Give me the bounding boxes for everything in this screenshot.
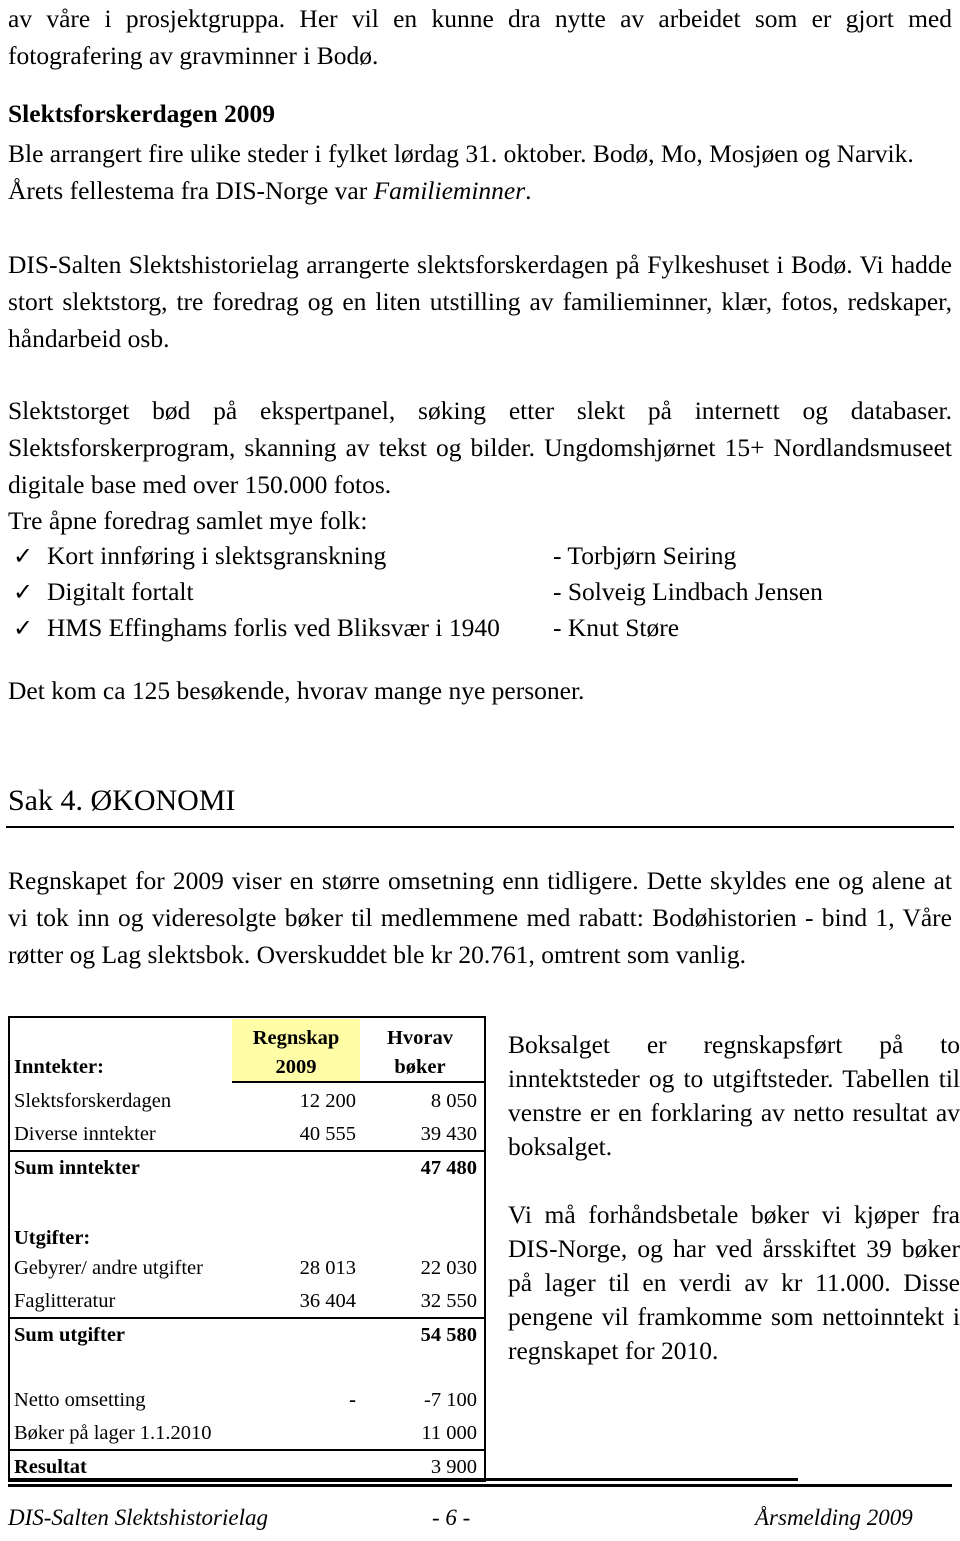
lecture-list: ✓ Kort innføring i slektsgranskning - To… bbox=[13, 538, 943, 646]
paragraph-1-text-post: . bbox=[525, 176, 532, 205]
row-label-sum-utgifter: Sum utgifter bbox=[14, 1324, 126, 1346]
sum-inntekter-divider bbox=[10, 1150, 486, 1152]
okonomi-paragraph: Regnskapet for 2009 viser en større omse… bbox=[8, 866, 952, 969]
list-item: ✓ Kort innføring i slektsgranskning - To… bbox=[13, 538, 943, 574]
table-row-label: Bøker på lager 1.1.2010 bbox=[14, 1422, 212, 1444]
table-cell-boker: 22 030 bbox=[420, 1257, 477, 1279]
table-row-label: Faglitteratur bbox=[14, 1290, 116, 1312]
lecture-title: Digitalt fortalt bbox=[47, 577, 194, 606]
table-cell-regnskap: 28 013 bbox=[299, 1257, 356, 1279]
column-header-regnskap-line2: 2009 bbox=[275, 1056, 317, 1078]
paragraph-1-italic-theme: Familieminner bbox=[373, 176, 526, 205]
lecture-intro: Tre åpne foredrag samlet mye folk: bbox=[8, 506, 368, 535]
checkmark-icon: ✓ bbox=[13, 542, 34, 570]
footer-left: DIS-Salten Slektshistorielag bbox=[8, 1505, 268, 1530]
table-cell-regnskap: 40 555 bbox=[299, 1123, 356, 1145]
lecture-speaker: - Knut Støre bbox=[553, 613, 680, 642]
column-header-regnskap-line1: Regnskap bbox=[252, 1027, 340, 1049]
table-row-label: Netto omsetting bbox=[14, 1389, 146, 1411]
footer-page-number: - 6 - bbox=[432, 1505, 471, 1530]
slektsforskerdagen-paragraph-3: Slektstorget bød på ekspertpanel, søking… bbox=[8, 396, 952, 499]
visitors-note: Det kom ca 125 besøkende, hvorav mange n… bbox=[8, 676, 585, 705]
lecture-speaker: - Torbjørn Seiring bbox=[553, 541, 737, 570]
intro-paragraph: av våre i prosjektgruppa. Her vil en kun… bbox=[8, 4, 952, 70]
table-cell-boker: 32 550 bbox=[420, 1290, 477, 1312]
row-label-sum-inntekter: Sum inntekter bbox=[14, 1157, 140, 1179]
table-row-label: Diverse inntekter bbox=[14, 1123, 156, 1145]
footer-divider bbox=[8, 1478, 798, 1481]
heading-slektsforskerdagen: Slektsforskerdagen 2009 bbox=[8, 99, 276, 128]
column-header-hvorav-line2: bøker bbox=[394, 1056, 446, 1078]
side-paragraph-2: Vi må forhåndsbetale bøker vi kjøper fra… bbox=[508, 1200, 960, 1365]
table-cell-resultat-boker: 3 900 bbox=[430, 1456, 477, 1478]
checkmark-icon: ✓ bbox=[13, 614, 34, 642]
table-cell-boker: 39 430 bbox=[420, 1123, 477, 1145]
sum-utgifter-divider bbox=[10, 1317, 486, 1319]
table-cell-sum-utgifter-boker: 54 580 bbox=[420, 1324, 477, 1346]
column-header-hvorav-line1: Hvorav bbox=[386, 1027, 454, 1049]
lecture-speaker: - Solveig Lindbach Jensen bbox=[553, 577, 823, 606]
lecture-title: HMS Effinghams forlis ved Bliksvær i 194… bbox=[47, 613, 500, 642]
row-label-utgifter: Utgifter: bbox=[14, 1227, 91, 1249]
header-divider bbox=[232, 1081, 486, 1083]
table-cell-netto-regnskap: - bbox=[349, 1389, 356, 1411]
slektsforskerdagen-paragraph-2: DIS-Salten Slektshistorielag arrangerte … bbox=[8, 250, 952, 353]
row-label-resultat: Resultat bbox=[14, 1456, 87, 1478]
table-cell-boker: 8 050 bbox=[430, 1090, 477, 1112]
list-item: ✓ HMS Effinghams forlis ved Bliksvær i 1… bbox=[13, 610, 943, 646]
table-row-label: Gebyrer/ andre utgifter bbox=[14, 1257, 203, 1279]
resultat-divider bbox=[10, 1449, 486, 1451]
list-item: ✓ Digitalt fortalt - Solveig Lindbach Je… bbox=[13, 574, 943, 610]
table-row-label: Slektsforskerdagen bbox=[14, 1090, 172, 1112]
footer-divider-lower bbox=[8, 1484, 952, 1487]
table-cell-regnskap: 36 404 bbox=[299, 1290, 356, 1312]
slektsforskerdagen-paragraph-1: Ble arrangert fire ulike steder i fylket… bbox=[8, 135, 952, 209]
table-cell-regnskap: 12 200 bbox=[299, 1090, 356, 1112]
table-cell-lager-boker: 11 000 bbox=[421, 1422, 477, 1444]
document-page: av våre i prosjektgruppa. Her vil en kun… bbox=[0, 0, 960, 1541]
table-cell-sum-inntekter-boker: 47 480 bbox=[420, 1157, 477, 1179]
footer-right: Årsmelding 2009 bbox=[755, 1505, 913, 1530]
lecture-title: Kort innføring i slektsgranskning bbox=[47, 541, 387, 570]
checkmark-icon: ✓ bbox=[13, 578, 34, 606]
side-paragraph-1: Boksalget er regnskapsført på to inntekt… bbox=[508, 1030, 960, 1161]
page-title: Sak 4. ØKONOMI bbox=[8, 784, 236, 817]
table-cell-netto-boker: -7 100 bbox=[424, 1389, 477, 1411]
row-label-inntekter: Inntekter: bbox=[14, 1056, 104, 1078]
heading-divider bbox=[6, 826, 954, 828]
